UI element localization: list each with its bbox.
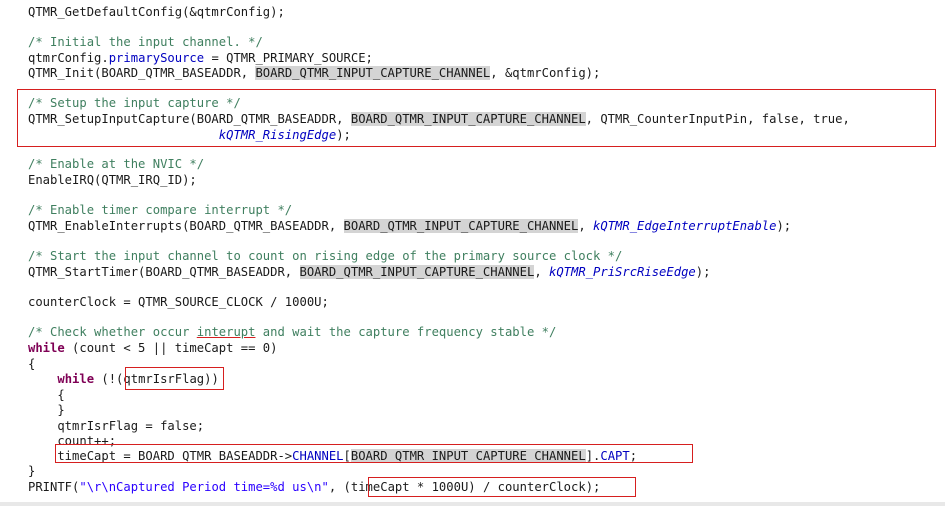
- highlighted-symbol: BOARD_QTMR_INPUT_CAPTURE_CHANNEL: [350, 112, 586, 126]
- scrollbar-track[interactable]: [0, 502, 945, 506]
- code-line: timeCapt = BOARD_QTMR_BASEADDR->CHANNEL[…: [28, 449, 638, 463]
- code-line: QTMR_Init(BOARD_QTMR_BASEADDR, BOARD_QTM…: [28, 66, 601, 80]
- code-comment: /* Enable timer compare interrupt */: [28, 203, 293, 217]
- code-line: EnableIRQ(QTMR_IRQ_ID);: [28, 173, 197, 187]
- code-line: }: [28, 403, 65, 417]
- code-comment: /* Initial the input channel. */: [28, 35, 263, 49]
- code-line: kQTMR_RisingEdge);: [218, 128, 351, 142]
- code-line: QTMR_GetDefaultConfig(&qtmrConfig);: [28, 5, 285, 19]
- code-line: counterClock = QTMR_SOURCE_CLOCK / 1000U…: [28, 295, 329, 309]
- code-line: QTMR_EnableInterrupts(BOARD_QTMR_BASEADD…: [28, 219, 792, 233]
- code-editor[interactable]: QTMR_GetDefaultConfig(&qtmrConfig); /* I…: [0, 0, 945, 506]
- code-line: count++;: [28, 434, 117, 448]
- code-line: while (count < 5 || timeCapt == 0): [28, 341, 278, 355]
- spelling-error: interupt: [196, 325, 256, 339]
- code-comment: /* Setup the input capture */: [28, 96, 241, 110]
- highlighted-symbol: BOARD_QTMR_INPUT_CAPTURE_CHANNEL: [255, 66, 491, 80]
- code-comment: /* Check whether occur interupt and wait…: [28, 325, 557, 339]
- code-comment: /* Start the input channel to count on r…: [28, 249, 623, 263]
- code-line: QTMR_StartTimer(BOARD_QTMR_BASEADDR, BOA…: [28, 265, 711, 279]
- code-line: {: [28, 388, 65, 402]
- highlighted-symbol: BOARD_QTMR_INPUT_CAPTURE_CHANNEL: [343, 219, 579, 233]
- code-line: qtmrIsrFlag = false;: [28, 419, 205, 433]
- code-line: PRINTF("\r\nCaptured Period time=%d us\n…: [28, 480, 601, 494]
- code-line: }: [28, 464, 36, 478]
- code-line: qtmrConfig.primarySource = QTMR_PRIMARY_…: [28, 51, 373, 65]
- code-line: while (!(qtmrIsrFlag)): [57, 372, 219, 386]
- highlighted-symbol: BOARD_QTMR_INPUT_CAPTURE_CHANNEL: [299, 265, 535, 279]
- highlighted-symbol: BOARD_QTMR_INPUT_CAPTURE_CHANNEL: [350, 449, 586, 463]
- code-line: {: [28, 357, 36, 371]
- code-comment: /* Enable at the NVIC */: [28, 157, 205, 171]
- code-line: QTMR_SetupInputCapture(BOARD_QTMR_BASEAD…: [28, 112, 850, 126]
